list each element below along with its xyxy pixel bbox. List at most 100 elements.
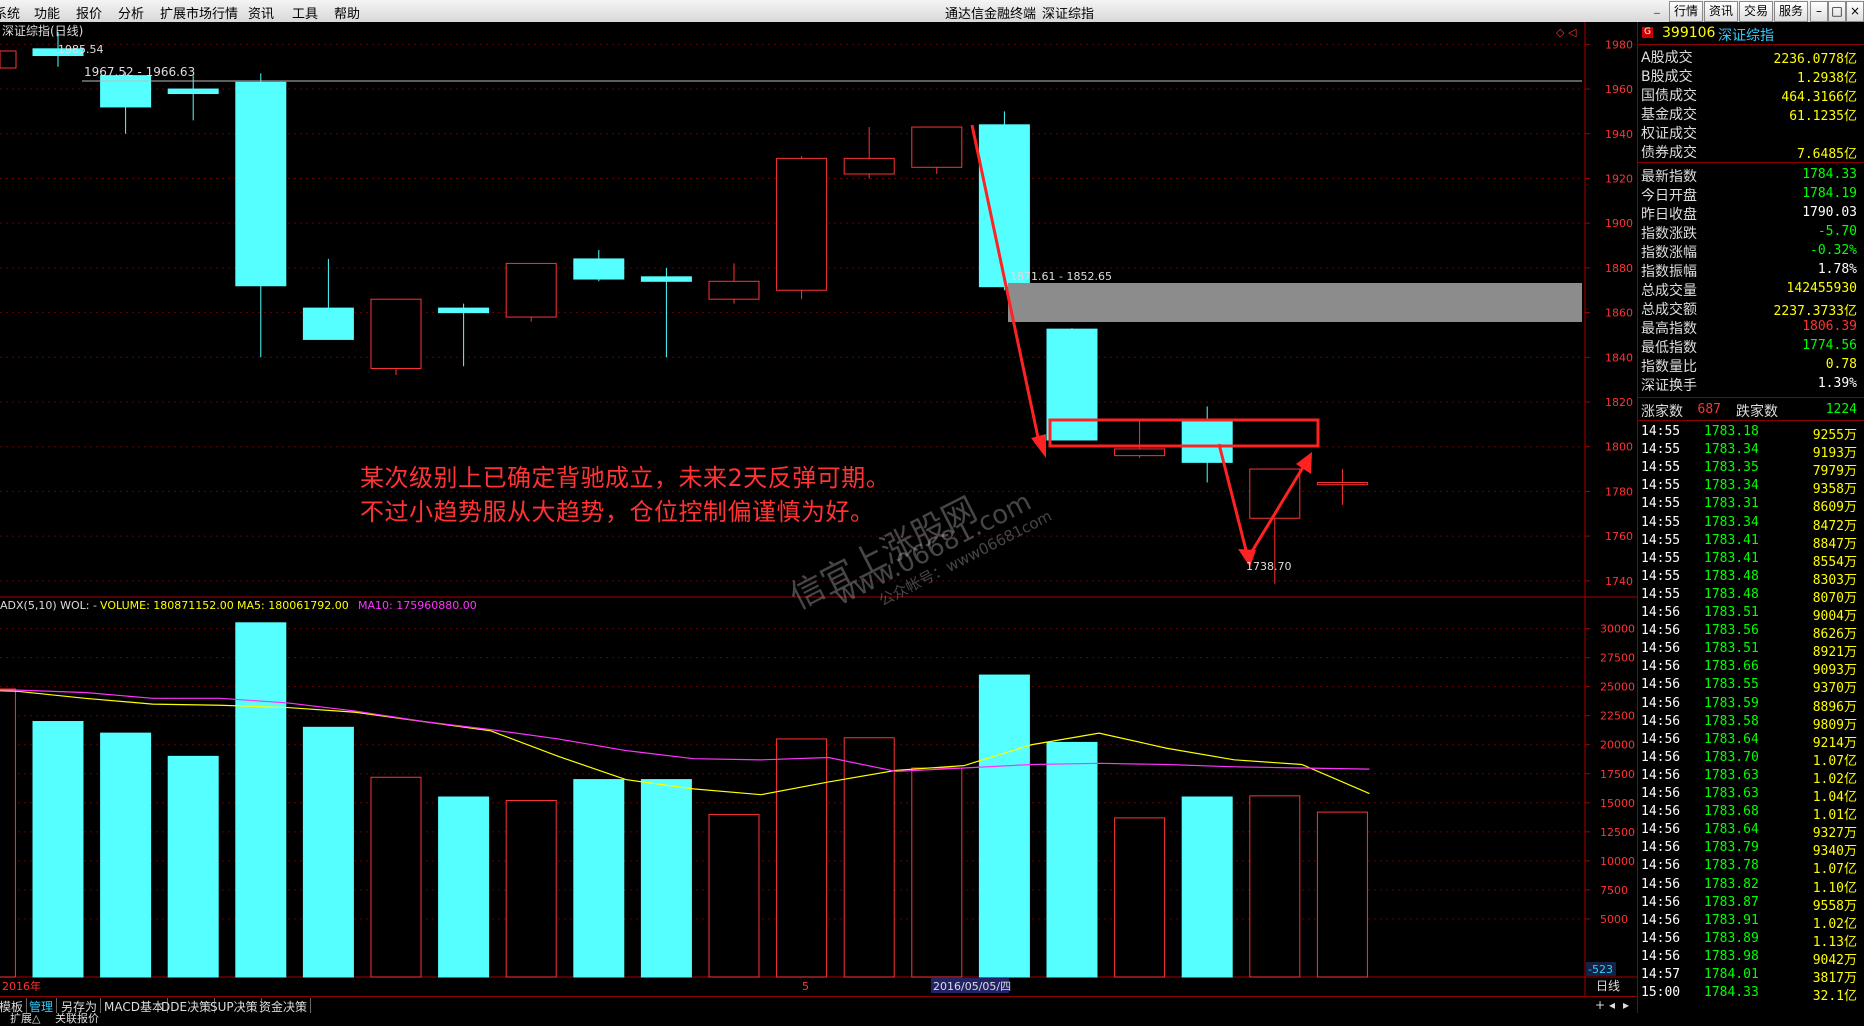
- menu-system[interactable]: 系统: [0, 3, 20, 22]
- index-stat-row: 指数涨跌 -5.70: [1638, 222, 1861, 242]
- collapse-icon[interactable]: ◁: [1568, 26, 1577, 39]
- candle-body: [1316, 481, 1368, 486]
- minimize-window-icon[interactable]: –: [1810, 1, 1828, 22]
- ma5-value: MA5: 180061792.00: [237, 599, 349, 612]
- tab-prev-icon[interactable]: ◂: [1606, 998, 1618, 1013]
- security-code: 399106: [1662, 25, 1716, 41]
- candle-body: [438, 307, 490, 314]
- high-marker-label: 1985.54: [58, 43, 104, 56]
- btn-market[interactable]: 行情: [1669, 1, 1703, 22]
- vol-axis-label: 5000: [1600, 913, 1628, 926]
- tick-price: 1783.58: [1704, 713, 1759, 729]
- menu-help[interactable]: 帮助: [334, 3, 360, 22]
- volume-bar: [505, 799, 557, 978]
- index-stat-label: 深证换手: [1641, 378, 1697, 394]
- tab-next-icon[interactable]: ▸: [1620, 998, 1632, 1013]
- candle-body: [1181, 419, 1233, 463]
- tick-time: 14:55: [1641, 514, 1681, 530]
- tick-time: 14:56: [1641, 659, 1681, 675]
- tick-row: 14:56 1783.51 9004万: [1638, 604, 1861, 624]
- volume-stat-value: 7.6485亿: [1797, 147, 1857, 162]
- candle-body: [505, 262, 557, 318]
- index-stat-row: 总成交量 142455930: [1638, 279, 1861, 299]
- tick-price: 1783.56: [1704, 623, 1759, 639]
- tick-price: 1783.18: [1704, 424, 1759, 439]
- tick-time: 14:56: [1641, 605, 1681, 620]
- tick-price: 1783.89: [1704, 930, 1759, 946]
- volume-bar: [911, 767, 963, 978]
- index-stat-value: 1806.39: [1802, 319, 1857, 334]
- index-stat-value: 1774.56: [1802, 338, 1857, 353]
- volume-stat-label: B股成交: [1641, 69, 1693, 85]
- tick-row: 14:56 1783.63 1.04亿: [1638, 785, 1861, 805]
- index-stat-value: 1.78%: [1817, 262, 1857, 277]
- tick-price: 1783.31: [1704, 496, 1759, 512]
- index-stat-label: 指数量比: [1641, 359, 1697, 375]
- tab-fund[interactable]: 资金决策: [256, 998, 312, 1014]
- volume-bar: [708, 813, 760, 978]
- tick-row: 14:56 1783.51 8921万: [1638, 640, 1861, 660]
- diamond-icon[interactable]: ◇: [1556, 26, 1565, 39]
- btn-news[interactable]: 资讯: [1704, 1, 1738, 22]
- volume-stat-row: B股成交 1.2938亿: [1638, 65, 1861, 86]
- index-stat-label: 今日开盘: [1641, 188, 1697, 204]
- chart-title: 深证综指(日线): [2, 23, 83, 38]
- volume-stat-label: 债券成交: [1641, 145, 1697, 161]
- volume-bar: [640, 779, 692, 978]
- btn-service[interactable]: 服务: [1774, 1, 1808, 22]
- tick-time: 14:56: [1641, 623, 1681, 639]
- index-stat-label: 指数振幅: [1641, 264, 1697, 280]
- minimize-icon[interactable]: _: [1650, 1, 1664, 15]
- tick-row: 14:56 1783.64 9327万: [1638, 821, 1861, 841]
- tick-time: 14:56: [1641, 786, 1681, 801]
- tick-time: 14:56: [1641, 767, 1681, 783]
- menu-news[interactable]: 资讯: [248, 3, 274, 22]
- tick-time: 14:55: [1641, 568, 1681, 584]
- menu-quote[interactable]: 报价: [76, 3, 102, 22]
- tick-price: 1783.78: [1704, 858, 1759, 874]
- index-stat-label: 指数涨幅: [1641, 245, 1697, 261]
- menu-analysis[interactable]: 分析: [118, 3, 144, 22]
- low-marker-label: 1738.70: [1246, 560, 1292, 573]
- tick-row: 14:56 1783.66 9093万: [1638, 658, 1861, 678]
- close-window-icon[interactable]: ×: [1846, 1, 1864, 22]
- tick-amount: 32.1亿: [1812, 989, 1857, 1005]
- status-related-quote[interactable]: 关联报价: [55, 1010, 99, 1026]
- volume-stat-row: A股成交 2236.0778亿: [1638, 46, 1861, 67]
- tick-row: 14:56 1783.98 9042万: [1638, 948, 1861, 968]
- tick-price: 1783.63: [1704, 767, 1759, 783]
- tick-time: 14:56: [1641, 858, 1681, 874]
- index-stat-value: -0.32%: [1810, 243, 1857, 258]
- menu-function[interactable]: 功能: [34, 3, 60, 22]
- tick-time: 14:55: [1641, 496, 1681, 512]
- tick-time: 14:57: [1641, 967, 1681, 982]
- menu-tools[interactable]: 工具: [292, 3, 318, 22]
- tick-row: 14:56 1783.87 9558万: [1638, 894, 1861, 914]
- tick-price: 1783.41: [1704, 550, 1759, 566]
- candle-body: [708, 280, 760, 300]
- index-stat-value: -5.70: [1817, 224, 1857, 239]
- index-stat-row: 指数振幅 1.78%: [1638, 260, 1861, 280]
- status-expand[interactable]: 扩展△: [10, 1010, 40, 1026]
- maximize-window-icon[interactable]: □: [1828, 1, 1846, 22]
- vol-axis-label: 27500: [1600, 652, 1635, 665]
- volume-bar: [1181, 796, 1233, 978]
- tick-price: 1783.68: [1704, 804, 1759, 820]
- tick-row: 14:56 1783.63 1.02亿: [1638, 767, 1861, 787]
- tick-price: 1783.79: [1704, 840, 1759, 856]
- template-tabs-bar: 模板 管理 另存为 MACD基本 DDE决策 SUP决策 资金决策 + ◂ ▸: [0, 996, 1637, 1014]
- annotation-line-1: 某次级别上已确定背驰成立，未来2天反弹可期。: [360, 464, 891, 492]
- period-label[interactable]: 日线: [1596, 979, 1620, 993]
- btn-trade[interactable]: 交易: [1739, 1, 1773, 22]
- index-stat-label: 最高指数: [1641, 321, 1697, 337]
- tick-row: 14:56 1783.68 1.01亿: [1638, 803, 1861, 823]
- menu-ext-market[interactable]: 扩展市场行情: [160, 3, 238, 22]
- tick-row: 15:00 1784.33 32.1亿: [1638, 984, 1861, 1005]
- vol-axis-label: 22500: [1600, 710, 1635, 723]
- candle-body: [1249, 468, 1301, 519]
- price-axis-label: 1760: [1605, 530, 1633, 543]
- index-stat-value: 1784.19: [1802, 186, 1857, 201]
- tick-row: 14:55 1783.31 8609万: [1638, 495, 1861, 515]
- candle-body: [100, 75, 152, 108]
- tab-sup[interactable]: SUP决策: [207, 998, 262, 1014]
